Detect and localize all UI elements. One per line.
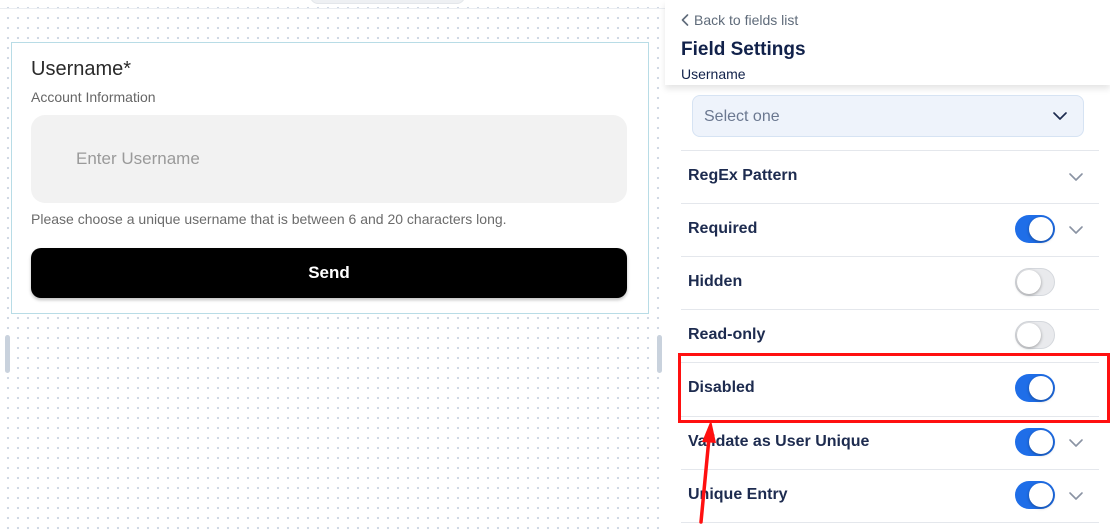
field-sublabel: Account Information (31, 89, 156, 105)
setting-row-validate-user-unique: Validate as User Unique (681, 416, 1099, 469)
setting-row-regex-pattern[interactable]: RegEx Pattern (681, 150, 1099, 203)
right-resize-handle[interactable] (657, 335, 662, 373)
send-button[interactable]: Send (31, 248, 627, 298)
panel-subtitle: Username (681, 66, 746, 82)
top-toolbar-pill[interactable] (310, 0, 465, 4)
username-field-block[interactable]: Username* Account Information Please cho… (11, 42, 649, 314)
toggle-knob (1029, 376, 1053, 400)
setting-row-read-only: Read-only (681, 309, 1099, 362)
setting-label: Disabled (688, 379, 755, 396)
setting-label: Validate as User Unique (688, 433, 870, 450)
required-toggle[interactable] (1015, 215, 1055, 243)
toggle-knob (1029, 483, 1053, 507)
chevron-down-icon[interactable] (1068, 222, 1084, 238)
back-link-label: Back to fields list (694, 12, 799, 28)
field-help-text: Please choose a unique username that is … (31, 211, 507, 227)
username-input[interactable] (31, 115, 627, 203)
toggle-knob (1017, 323, 1041, 347)
setting-label: Hidden (688, 273, 743, 290)
setting-label: Unique Entry (688, 486, 788, 503)
setting-row-disabled: Disabled (681, 362, 1099, 415)
back-to-fields-link[interactable]: Back to fields list (681, 12, 798, 28)
canvas-top-divider (0, 8, 665, 9)
unique-entry-toggle[interactable] (1015, 481, 1055, 509)
select-placeholder: Select one (704, 108, 780, 125)
chevron-left-icon (681, 14, 689, 26)
setting-row-unique-entry: Unique Entry (681, 469, 1099, 522)
toggle-knob (1017, 270, 1041, 294)
setting-row-hidden: Hidden (681, 256, 1099, 309)
form-canvas: Username* Account Information Please cho… (0, 0, 665, 530)
select-one-dropdown[interactable]: Select one (692, 95, 1084, 137)
chevron-down-icon (1053, 112, 1067, 120)
toggle-knob (1029, 430, 1053, 454)
chevron-down-icon[interactable] (1068, 488, 1084, 504)
setting-row-required: Required (681, 203, 1099, 256)
toggle-knob (1029, 217, 1053, 241)
read-only-toggle[interactable] (1015, 321, 1055, 349)
chevron-down-icon[interactable] (1068, 435, 1084, 451)
chevron-down-icon[interactable] (1068, 169, 1084, 185)
field-label: Username* (31, 58, 132, 80)
hidden-toggle[interactable] (1015, 268, 1055, 296)
disabled-toggle[interactable] (1015, 374, 1055, 402)
row-divider (681, 522, 1099, 523)
validate-user-unique-toggle[interactable] (1015, 428, 1055, 456)
setting-label: Required (688, 220, 758, 237)
field-settings-panel: Back to fields list Field Settings Usern… (665, 0, 1110, 530)
panel-header: Back to fields list Field Settings Usern… (665, 0, 1110, 85)
setting-label: RegEx Pattern (688, 167, 798, 184)
left-resize-handle[interactable] (5, 335, 10, 373)
panel-title: Field Settings (681, 39, 806, 60)
setting-label: Read-only (688, 326, 766, 343)
